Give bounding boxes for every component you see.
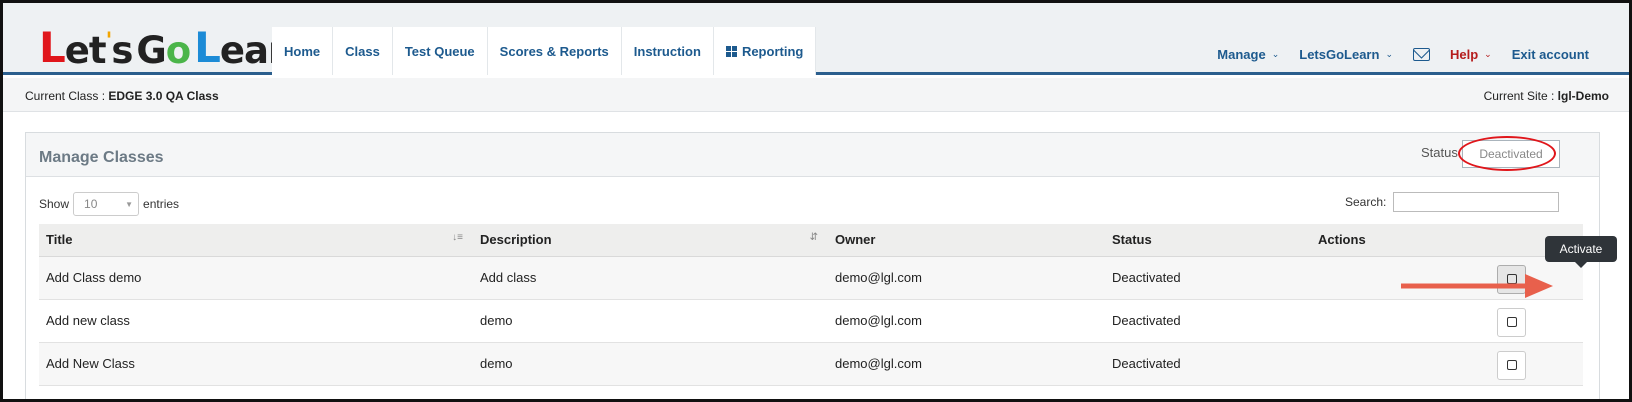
status-filter-select[interactable]: Deactivated [1462,140,1560,168]
grid-icon [725,45,737,57]
classes-table: Title ↓≡ Description ⇵ Owner Status Action… [39,224,1583,386]
cell-owner: demo@lgl.com [835,313,922,328]
cell-owner: demo@lgl.com [835,356,922,371]
activate-button[interactable] [1497,350,1526,380]
search-input[interactable] [1393,192,1560,212]
column-header-actions: Actions [1311,224,1583,257]
cell-status: Deactivated [1112,356,1181,371]
nav-instruction[interactable]: Instruction [621,27,714,75]
search-control: Search: [1345,192,1560,212]
nav-test-queue[interactable]: Test Queue [392,27,488,75]
cell-title: Add New Class [46,356,135,371]
current-class: Current Class : EDGE 3.0 QA Class [25,89,219,103]
nav-scores-reports[interactable]: Scores & Reports [487,27,622,75]
cell-description: Add class [480,270,537,285]
manage-dropdown[interactable]: Manage ⌄ [1217,47,1279,62]
help-dropdown[interactable]: Help ⌄ [1450,47,1492,62]
annotation-arrow-icon [1401,274,1553,298]
page-length-control: Show 10 ▼ entries [39,192,179,216]
page-title: Manage Classes [39,149,164,166]
exit-account-link[interactable]: Exit account [1512,47,1589,62]
cell-actions [1311,299,1583,342]
table-header-row: Title ↓≡ Description ⇵ Owner Status Action… [39,224,1583,257]
cell-title: Add Class demo [46,270,142,285]
letsgolearn-logo[interactable]: Let'sGoLearn [39,27,312,70]
activate-button[interactable] [1497,307,1526,337]
account-dropdown[interactable]: LetsGoLearn ⌄ [1299,47,1393,62]
checkbox-square-icon [1506,360,1517,370]
column-header-description[interactable]: Description ⇵ [473,224,828,257]
user-nav: Manage ⌄ LetsGoLearn ⌄ Help ⌄ Exit account [1217,47,1589,62]
mail-icon[interactable] [1412,48,1430,61]
column-header-status[interactable]: Status [1105,224,1311,257]
panel-header: Manage Classes Status Deactivated [26,133,1599,177]
chevron-down-icon: ▼ [125,199,134,209]
column-header-owner[interactable]: Owner [828,224,1105,257]
nav-class[interactable]: Class [333,27,393,75]
table-row: Add New Class demo demo@lgl.com Deactiva… [39,342,1583,385]
table-row: Add Class demo Add class demo@lgl.com De… [39,256,1583,299]
chevron-down-icon: ⌄ [1385,49,1393,59]
column-header-title[interactable]: Title ↓≡ [39,224,473,257]
sort-asc-icon: ↓≡ [452,232,463,243]
screenshot-frame: Let'sGoLearn Home Class Test Queue Score… [0,0,1632,402]
status-filter-label: Status [1421,145,1458,160]
cell-status: Deactivated [1112,270,1181,285]
main-nav: Home Class Test Queue Scores & Reports I… [272,27,817,75]
cell-title: Add new class [46,313,130,328]
chevron-down-icon: ⌄ [1271,49,1280,59]
top-header: Let'sGoLearn Home Class Test Queue Score… [3,3,1629,75]
manage-classes-panel: Manage Classes Status Deactivated Show 1… [25,132,1600,399]
nav-reporting[interactable]: Reporting [713,27,817,75]
context-bar: Current Class : EDGE 3.0 QA Class Curren… [3,78,1629,112]
chevron-down-icon: ⌄ [1484,49,1492,59]
table-row: Add new class demo demo@lgl.com Deactiva… [39,299,1583,342]
checkbox-square-icon [1506,317,1517,327]
sort-icon: ⇵ [809,232,818,243]
cell-owner: demo@lgl.com [835,270,922,285]
nav-home[interactable]: Home [272,27,334,75]
cell-description: demo [480,313,513,328]
current-site: Current Site : lgl-Demo [1483,89,1609,103]
activate-tooltip: Activate [1545,236,1617,268]
cell-description: demo [480,356,513,371]
cell-actions [1311,342,1583,385]
entries-select[interactable]: 10 ▼ [73,192,140,216]
cell-status: Deactivated [1112,313,1181,328]
